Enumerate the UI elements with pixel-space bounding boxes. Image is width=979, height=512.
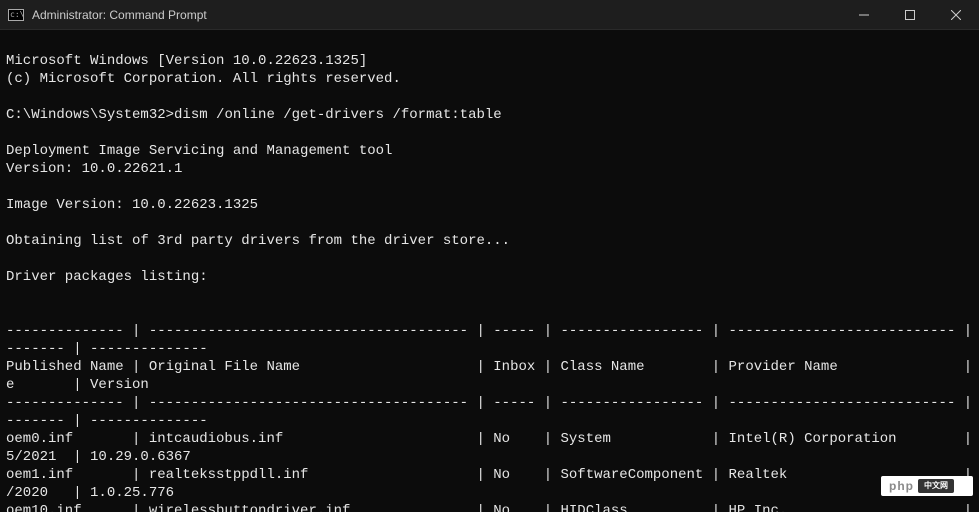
- maximize-icon: [905, 10, 915, 20]
- table-header: e | Version: [6, 377, 149, 393]
- table-header: Published Name | Original File Name | In…: [6, 359, 979, 375]
- watermark: php 中文网: [881, 476, 973, 496]
- command-text: dism /online /get-drivers /format:table: [174, 107, 502, 123]
- banner-line: (c) Microsoft Corporation. All rights re…: [6, 71, 401, 87]
- minimize-icon: [859, 10, 869, 20]
- dism-title: Deployment Image Servicing and Managemen…: [6, 143, 392, 159]
- table-row: oem10.inf | wirelessbuttondriver.inf | N…: [6, 503, 979, 512]
- banner-line: Microsoft Windows [Version 10.0.22623.13…: [6, 53, 367, 69]
- window-title: Administrator: Command Prompt: [32, 8, 841, 22]
- prompt: C:\Windows\System32>: [6, 107, 174, 123]
- window-controls: [841, 0, 979, 29]
- dism-version: Version: 10.0.22621.1: [6, 161, 182, 177]
- listing-header: Driver packages listing:: [6, 269, 208, 285]
- table-rule: ------- | --------------: [6, 341, 208, 357]
- close-button[interactable]: [933, 0, 979, 29]
- table-rule: -------------- | -----------------------…: [6, 323, 979, 339]
- image-version: Image Version: 10.0.22623.1325: [6, 197, 258, 213]
- watermark-badge: 中文网: [918, 479, 954, 493]
- app-icon: c:\: [0, 9, 32, 21]
- table-row: 5/2021 | 10.29.0.6367: [6, 449, 191, 465]
- cmd-icon: c:\: [8, 9, 24, 21]
- table-row: oem1.inf | realteksstppdll.inf | No | So…: [6, 467, 979, 483]
- minimize-button[interactable]: [841, 0, 887, 29]
- watermark-text: php: [881, 477, 918, 495]
- titlebar[interactable]: c:\ Administrator: Command Prompt: [0, 0, 979, 30]
- close-icon: [951, 10, 961, 20]
- table-rule: ------- | --------------: [6, 413, 208, 429]
- table-rule: -------------- | -----------------------…: [6, 395, 979, 411]
- status-line: Obtaining list of 3rd party drivers from…: [6, 233, 510, 249]
- maximize-button[interactable]: [887, 0, 933, 29]
- table-row: /2020 | 1.0.25.776: [6, 485, 174, 501]
- table-row: oem0.inf | intcaudiobus.inf | No | Syste…: [6, 431, 979, 447]
- terminal-output[interactable]: Microsoft Windows [Version 10.0.22623.13…: [0, 30, 979, 512]
